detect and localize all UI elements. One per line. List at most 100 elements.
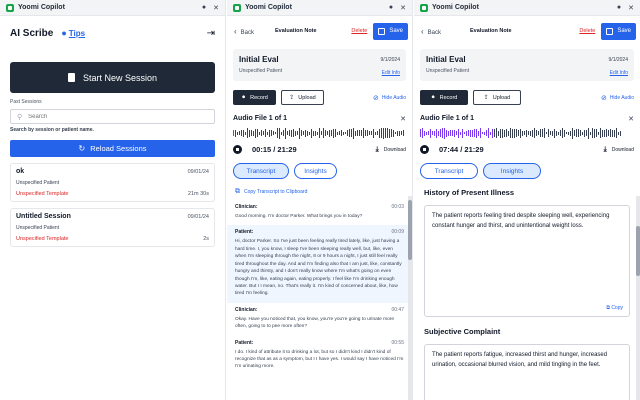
- scrollbar-thumb[interactable]: [636, 226, 640, 276]
- yoomi-logo-icon: [420, 3, 428, 12]
- edit-info-link[interactable]: Edit Info: [610, 70, 628, 76]
- waveform-bar: [582, 131, 583, 135]
- copy-button[interactable]: ⧉ Copy: [606, 305, 623, 311]
- waveform-bar: [430, 128, 431, 138]
- audio-waveform[interactable]: [420, 127, 634, 139]
- tips-link[interactable]: Tips: [69, 29, 85, 38]
- utterance-timestamp[interactable]: 00:03: [391, 204, 404, 210]
- hide-audio-button[interactable]: ⊘ Hide Audio: [601, 94, 634, 102]
- waveform-bar: [347, 130, 348, 136]
- insight-textbox[interactable]: The patient reports fatigue, increased t…: [424, 344, 630, 400]
- waveform-bar: [381, 128, 382, 138]
- utterance-timestamp[interactable]: 00:55: [391, 340, 404, 346]
- upload-button[interactable]: ⇪ Upload: [281, 90, 324, 105]
- waveform-bar: [369, 131, 370, 135]
- back-button[interactable]: ‹ Back: [421, 27, 441, 36]
- waveform-bar: [546, 132, 547, 134]
- waveform-bar: [446, 129, 447, 137]
- insight-text: The patient reports fatigue, increased t…: [432, 352, 608, 368]
- back-label: Back: [427, 29, 442, 36]
- insights-panel: Yoomi Copilot ● ✕ ‹ Back Evaluation Note …: [414, 0, 640, 400]
- upload-icon: ⇪: [289, 95, 295, 101]
- waveform-bar: [391, 129, 392, 137]
- waveform-bar: [606, 129, 607, 137]
- pin-icon[interactable]: ●: [389, 4, 393, 11]
- edit-info-link[interactable]: Edit Info: [382, 70, 400, 76]
- save-button[interactable]: Save: [601, 22, 636, 40]
- pin-icon[interactable]: ●: [202, 4, 206, 11]
- close-icon[interactable]: ✕: [213, 4, 219, 12]
- waveform-bar: [576, 129, 577, 137]
- hide-audio-button[interactable]: ⊘ Hide Audio: [373, 94, 406, 102]
- tab-transcript[interactable]: Transcript: [420, 163, 478, 179]
- reload-sessions-button[interactable]: ↻ Reload Sessions: [10, 140, 215, 157]
- waveform-bar: [504, 129, 505, 137]
- back-label: Back: [240, 29, 255, 36]
- session-template: Unspecified Template: [16, 236, 69, 242]
- scrollbar[interactable]: [636, 196, 640, 400]
- waveform-bar: [456, 131, 457, 135]
- utterance-timestamp[interactable]: 00:47: [391, 307, 404, 313]
- waveform-bar: [269, 129, 270, 137]
- waveform-bar: [534, 128, 535, 138]
- search-box[interactable]: ⚲: [10, 109, 215, 124]
- waveform-bar: [558, 131, 559, 135]
- start-new-session-button[interactable]: Start New Session: [10, 62, 215, 93]
- session-card[interactable]: Untitled Session 09/01/24 Unspecified Pa…: [10, 208, 215, 247]
- waveform-bar: [317, 131, 318, 135]
- pause-icon[interactable]: [233, 145, 242, 154]
- waveform-bar: [313, 130, 314, 136]
- close-icon[interactable]: ✕: [628, 4, 634, 12]
- delete-link[interactable]: Delete: [351, 28, 367, 34]
- close-icon[interactable]: ✕: [400, 4, 406, 12]
- scrollbar-thumb[interactable]: [408, 200, 412, 260]
- utterance-timestamp[interactable]: 00:09: [391, 229, 404, 235]
- close-audio-icon[interactable]: ✕: [628, 115, 634, 123]
- waveform-bar: [377, 131, 378, 135]
- download-button[interactable]: ⤓ Download: [376, 146, 406, 154]
- audio-waveform[interactable]: [233, 127, 406, 139]
- tab-insights[interactable]: Insights: [294, 163, 337, 179]
- download-button[interactable]: ⤓ Download: [604, 146, 634, 154]
- waveform-bar: [574, 130, 575, 136]
- waveform-bar: [516, 129, 517, 137]
- pause-icon[interactable]: [420, 145, 429, 154]
- waveform-bar: [444, 127, 445, 139]
- tab-insights[interactable]: Insights: [483, 163, 541, 179]
- yoomi-logo-icon: [6, 3, 14, 12]
- audio-file-title: Audio File 1 of 1: [233, 115, 288, 122]
- insight-text: The patient reports feeling tired despit…: [432, 213, 610, 229]
- waveform-bar: [383, 127, 384, 139]
- session-card[interactable]: ok 09/01/24 Unspecified Patient Unspecif…: [10, 163, 215, 202]
- close-audio-icon[interactable]: ✕: [400, 115, 406, 123]
- waveform-bar: [578, 129, 579, 137]
- waveform-bar: [460, 131, 461, 135]
- waveform-bar: [375, 131, 376, 135]
- waveform-bar: [339, 131, 340, 135]
- record-button[interactable]: ⚫ Record: [233, 90, 276, 105]
- record-button[interactable]: ⚫ Record: [420, 90, 468, 105]
- pin-icon[interactable]: ●: [617, 4, 621, 11]
- copy-transcript-button[interactable]: ⧉ Copy Transcript to Clipboard: [235, 188, 404, 196]
- search-input[interactable]: [28, 113, 199, 120]
- delete-link[interactable]: Delete: [579, 28, 595, 34]
- waveform-bar: [442, 128, 443, 138]
- chevron-left-icon: ‹: [421, 26, 424, 36]
- tab-transcript[interactable]: Transcript: [233, 163, 289, 179]
- back-button[interactable]: ‹ Back: [234, 27, 254, 36]
- scrollbar[interactable]: [408, 196, 412, 400]
- speaker-label: Clinician:: [235, 306, 258, 313]
- upload-button[interactable]: ⇪ Upload: [473, 90, 521, 105]
- start-new-session-label: Start New Session: [82, 72, 158, 83]
- save-button[interactable]: Save: [373, 22, 408, 40]
- waveform-bar: [389, 128, 390, 138]
- waveform-bar: [428, 131, 429, 135]
- waveform-bar: [620, 130, 621, 136]
- waveform-bar: [297, 131, 298, 135]
- save-icon: [606, 27, 614, 35]
- logout-icon[interactable]: ⇥: [207, 28, 215, 39]
- waveform-bar: [570, 130, 571, 136]
- session-name: ok: [16, 168, 25, 175]
- insight-textbox[interactable]: The patient reports feeling tired despit…: [424, 205, 630, 317]
- waveform-bar: [359, 130, 360, 136]
